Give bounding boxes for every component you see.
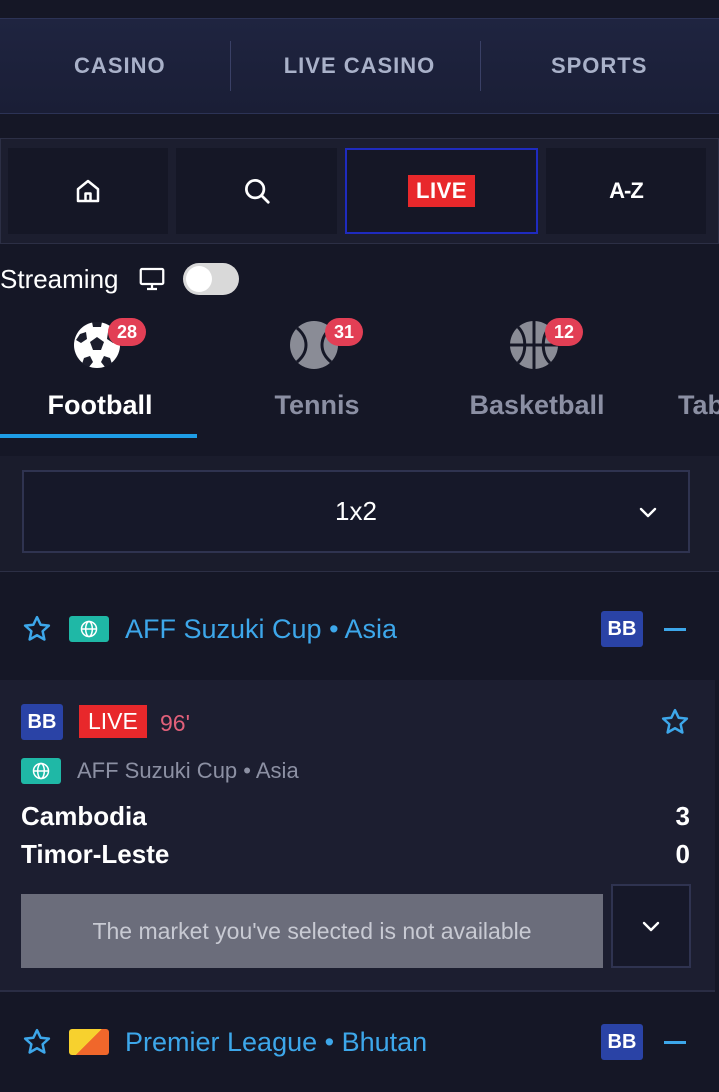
monitor-icon xyxy=(139,267,164,291)
bet-builder-badge: BB xyxy=(601,1024,643,1060)
home-score: 3 xyxy=(675,801,690,831)
sport-label: Football xyxy=(47,390,153,420)
chevron-down-icon xyxy=(639,507,657,518)
bet-builder-badge: BB xyxy=(601,611,643,647)
home-button[interactable] xyxy=(8,148,168,234)
match-league: AFF Suzuki Cup • Asia xyxy=(77,758,299,783)
sport-tab-tennis[interactable]: 31 Tennis xyxy=(217,318,417,438)
nav-tab-label: SPORTS xyxy=(550,53,648,78)
collapse-icon[interactable] xyxy=(664,627,686,631)
favorite-star-icon[interactable] xyxy=(22,1027,52,1057)
favorite-star-icon[interactable] xyxy=(660,707,690,737)
match-minute: 96' xyxy=(160,710,190,736)
nav-tab-casino[interactable]: CASINO xyxy=(0,19,240,113)
market-unavailable-message: The market you've selected is not availa… xyxy=(21,894,603,968)
collapse-icon[interactable] xyxy=(664,1040,686,1044)
live-badge: LIVE xyxy=(79,705,147,738)
match-card[interactable]: BB LIVE 96' AFF Suzuki Cup • Asia Cambod… xyxy=(0,680,715,992)
az-label: A-Z xyxy=(609,178,644,203)
sport-tab-basketball[interactable]: 12 Basketball xyxy=(437,318,637,438)
market-select-value: 1x2 xyxy=(335,496,377,526)
league-header[interactable]: AFF Suzuki Cup • Asia BB xyxy=(0,576,719,682)
streaming-row: Streaming xyxy=(0,262,239,296)
sport-label: Basketball xyxy=(469,390,605,420)
sports-toolbar: LIVE A-Z xyxy=(0,138,719,244)
nav-tab-sports[interactable]: SPORTS xyxy=(479,19,719,113)
bhutan-flag-icon xyxy=(69,1029,109,1055)
sport-label: Tab xyxy=(678,390,719,420)
live-badge: LIVE xyxy=(408,175,475,207)
streaming-label: Streaming xyxy=(0,263,119,294)
chevron-down-icon xyxy=(642,921,660,932)
nav-divider xyxy=(230,41,231,91)
market-select[interactable]: 1x2 xyxy=(22,470,690,553)
home-team: Cambodia xyxy=(21,801,147,831)
unavailable-text: The market you've selected is not availa… xyxy=(92,917,532,944)
live-button[interactable]: LIVE xyxy=(345,148,538,234)
toggle-knob xyxy=(185,266,212,292)
home-icon xyxy=(76,179,100,203)
away-score: 0 xyxy=(675,839,690,869)
globe-flag-icon xyxy=(21,758,61,784)
nav-tab-label: LIVE CASINO xyxy=(283,53,436,78)
streaming-toggle[interactable] xyxy=(182,263,239,295)
top-nav: CASINO LIVE CASINO SPORTS xyxy=(0,18,719,114)
sport-count-badge: 28 xyxy=(108,318,146,346)
search-button[interactable] xyxy=(176,148,337,234)
sport-count-badge: 31 xyxy=(325,318,363,346)
expand-markets-button[interactable] xyxy=(611,884,691,968)
nav-tab-live-casino[interactable]: LIVE CASINO xyxy=(240,19,480,113)
bet-builder-badge: BB xyxy=(21,704,63,740)
sport-tab-table-tennis[interactable]: Tab xyxy=(658,318,719,438)
sport-label: Tennis xyxy=(274,390,360,420)
league-name[interactable]: Premier League • Bhutan xyxy=(125,1027,427,1058)
league-name[interactable]: AFF Suzuki Cup • Asia xyxy=(125,614,397,645)
market-area: 1x2 xyxy=(0,456,719,572)
globe-flag-icon xyxy=(69,616,109,642)
sport-tab-football[interactable]: 28 Football xyxy=(0,318,200,438)
search-icon xyxy=(244,179,270,204)
away-team: Timor-Leste xyxy=(21,839,170,869)
az-button[interactable]: A-Z xyxy=(546,148,706,234)
active-tab-underline xyxy=(0,434,197,438)
sport-count-badge: 12 xyxy=(545,318,583,346)
favorite-star-icon[interactable] xyxy=(22,614,52,644)
league-header[interactable]: Premier League • Bhutan BB xyxy=(0,992,719,1092)
nav-tab-label: CASINO xyxy=(74,53,166,78)
